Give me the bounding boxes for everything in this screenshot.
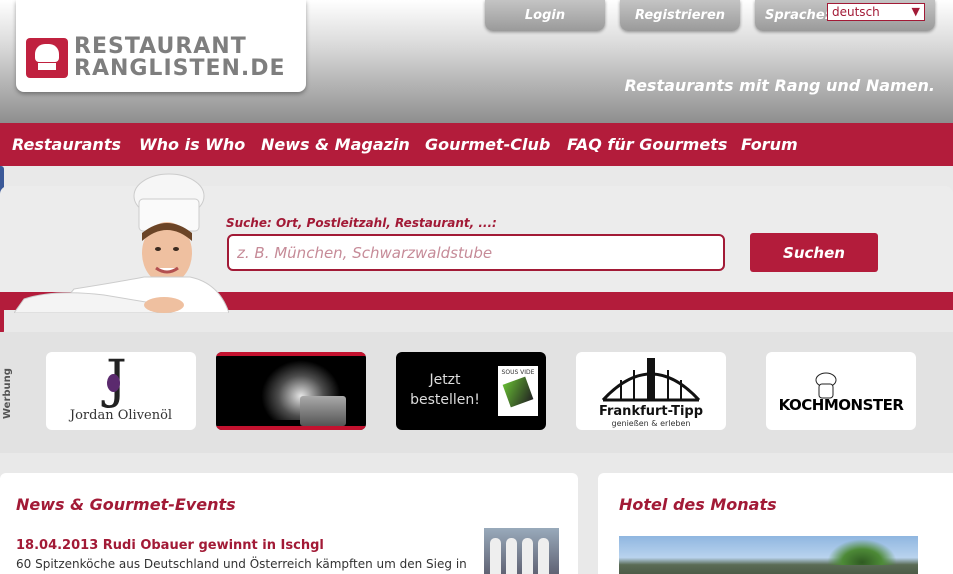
ad-jetzt-text: Jetzt bestellen! — [410, 372, 480, 408]
nav-item-gourmet-club[interactable]: Gourmet-Club — [425, 123, 550, 166]
palm-tree-image — [827, 539, 897, 565]
nav-item-news[interactable]: News & Magazin — [261, 123, 410, 166]
cooker-image — [300, 396, 346, 426]
language-select[interactable]: deutsch ▼ — [827, 3, 925, 21]
news-title: News & Gourmet-Events — [16, 495, 236, 514]
news-teaser: 60 Spitzenköche aus Deutschland und Öste… — [16, 557, 467, 571]
chef-hat-icon — [26, 38, 68, 78]
logo-wordmark: RESTAURANT RANGLISTEN.DE — [74, 36, 286, 80]
hotel-title: Hotel des Monats — [619, 495, 777, 514]
ad-jordan-text: Jordan Olivenöl — [69, 408, 173, 423]
nav-item-restaurants[interactable]: Restaurants — [12, 123, 121, 166]
chef-illustration — [14, 173, 229, 313]
ad-sous-vide[interactable]: Jetzt bestellen! SOUS VIDE — [396, 352, 546, 430]
search-label: Suche: Ort, Postleitzahl, Restaurant, ..… — [226, 216, 497, 230]
site-logo[interactable]: RESTAURANT RANGLISTEN.DE — [16, 0, 306, 92]
ad-kitchen[interactable] — [216, 352, 366, 430]
header: RESTAURANT RANGLISTEN.DE Login Registrie… — [0, 0, 953, 123]
hotel-section: Hotel des Monats — [598, 473, 953, 574]
ad-kitchen-bar-bottom — [216, 426, 366, 430]
ad-frankfurt-text: Frankfurt-Tipp — [598, 404, 704, 419]
hotel-photo[interactable] — [619, 536, 918, 574]
nav-item-forum[interactable]: Forum — [741, 123, 798, 166]
chevron-down-icon: ▼ — [911, 5, 920, 18]
ad-kochmonster-text: KOCHMONSTER — [778, 396, 904, 414]
ads-label: Werbung — [2, 368, 13, 419]
language-value: deutsch — [832, 5, 880, 19]
language-label: Sprache: — [765, 8, 830, 23]
sous-vide-pack: SOUS VIDE — [498, 366, 538, 416]
news-section: News & Gourmet-Events 18.04.2013 Rudi Ob… — [0, 473, 578, 574]
ad-jordan-olivenoel[interactable]: J Jordan Olivenöl — [46, 352, 196, 430]
sous-vide-label: SOUS VIDE — [501, 369, 535, 376]
vacuum-bag-icon — [502, 376, 534, 408]
register-label: Registrieren — [634, 8, 726, 23]
ad-frankfurt-tipp[interactable]: Frankfurt-Tipp genießen & erleben — [576, 352, 726, 430]
bridge-icon — [601, 358, 701, 402]
main-nav: Restaurants Who is Who News & Magazin Go… — [0, 123, 953, 166]
nav-item-faq[interactable]: FAQ für Gourmets — [567, 123, 727, 166]
nav-item-who-is-who[interactable]: Who is Who — [139, 123, 245, 166]
register-button[interactable]: Registrieren — [620, 0, 740, 31]
search-button[interactable]: Suchen — [750, 233, 878, 272]
news-photo[interactable] — [484, 528, 559, 574]
ad-frankfurt-subtext: genießen & erleben — [611, 419, 691, 428]
olive-icon — [107, 374, 120, 392]
logo-line-1: RESTAURANT — [74, 34, 247, 59]
slogan: Restaurants mit Rang und Namen. — [624, 76, 935, 95]
news-headline-link[interactable]: 18.04.2013 Rudi Obauer gewinnt in Ischgl — [16, 538, 324, 553]
ad-kitchen-bar-top — [216, 352, 366, 356]
login-button[interactable]: Login — [485, 0, 605, 31]
search-input[interactable] — [227, 234, 725, 271]
logo-line-2: RANGLISTEN.DE — [74, 56, 286, 81]
login-label: Login — [524, 8, 566, 23]
ad-kochmonster[interactable]: KOCHMONSTER — [766, 352, 916, 430]
